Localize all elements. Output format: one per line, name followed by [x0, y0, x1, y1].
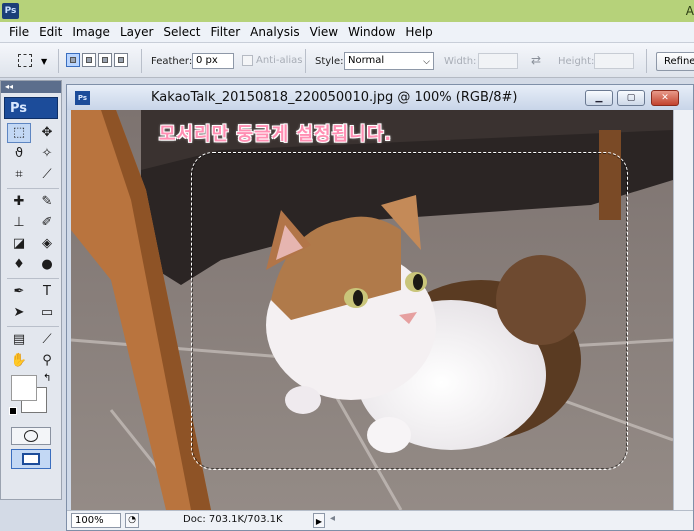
shape-tool-icon[interactable]: ▭ [35, 303, 59, 323]
status-menu-arrow-icon[interactable]: ▶ [313, 513, 325, 528]
menu-analysis[interactable]: Analysis [245, 22, 304, 42]
style-select-value: Normal [348, 55, 385, 66]
menu-select[interactable]: Select [158, 22, 205, 42]
status-info-icon[interactable]: ◔ [125, 513, 139, 528]
menu-bar: File Edit Image Layer Select Filter Anal… [0, 22, 694, 42]
tool-grid: ⬚ ✥ ϑ ✧ ⌗ ⟋ ✚ ✎ ⊥ ✐ ◪ ◈ ♦ ● ✒ T ➤ ▭ ▤ ⟋ … [1, 123, 61, 371]
height-label: Height: [558, 56, 595, 67]
divider [646, 49, 647, 73]
paint-bucket-tool-icon[interactable]: ◈ [35, 234, 59, 254]
antialias-label: Anti-alias [256, 55, 303, 66]
rectangular-marquee-tool-icon[interactable]: ⬚ [7, 123, 31, 143]
menu-help[interactable]: Help [400, 22, 437, 42]
menu-edit[interactable]: Edit [34, 22, 67, 42]
photoshop-logo: Ps [2, 3, 19, 19]
pen-tool-icon[interactable]: ✒ [7, 282, 31, 302]
divider [7, 188, 59, 189]
vertical-scrollbar[interactable] [673, 110, 693, 510]
new-selection-icon [70, 57, 76, 63]
intersect-selection-button[interactable] [114, 53, 128, 67]
add-to-selection-button[interactable] [82, 53, 96, 67]
quick-mask-button[interactable] [11, 427, 51, 445]
move-tool-icon[interactable]: ✥ [35, 123, 59, 143]
height-input[interactable] [594, 53, 634, 69]
menu-image[interactable]: Image [67, 22, 115, 42]
tools-ps-logo: Ps [4, 97, 58, 119]
canvas-caption: 모서리만 둥글게 설정됩니다. [159, 124, 393, 145]
options-bar: ▼ Feather: 0 px Anti-alias Style: Normal… [0, 42, 694, 78]
document-title: KakaoTalk_20150818_220050010.jpg @ 100% … [151, 90, 518, 105]
chevron-down-icon: ⌵ [423, 57, 430, 67]
history-brush-tool-icon[interactable]: ✐ [35, 213, 59, 233]
divider [58, 49, 59, 73]
width-input[interactable] [478, 53, 518, 69]
brush-tool-icon[interactable]: ✎ [35, 192, 59, 212]
dodge-tool-icon[interactable]: ● [35, 255, 59, 275]
divider [305, 49, 306, 73]
image-canvas[interactable]: 모서리만 둥글게 설정됩니다. [71, 110, 673, 510]
divider [141, 49, 142, 73]
document-title-bar[interactable]: Ps KakaoTalk_20150818_220050010.jpg @ 10… [67, 85, 693, 110]
menu-filter[interactable]: Filter [205, 22, 245, 42]
crop-tool-icon[interactable]: ⌗ [7, 165, 31, 185]
color-sampler-tool-icon[interactable]: ⟋ [35, 330, 59, 350]
chevron-down-icon: ▼ [41, 57, 48, 66]
document-size-info: Doc: 703.1K/703.1K [183, 514, 283, 525]
eyedropper-tool-icon[interactable]: ⟋ [35, 165, 59, 185]
selection-mode-group [66, 53, 128, 67]
minimize-button[interactable]: ▁ [585, 90, 613, 106]
color-swatches: ↰ [7, 373, 61, 419]
hand-tool-icon[interactable]: ✋ [7, 351, 31, 371]
swap-colors-icon[interactable]: ↰ [43, 373, 51, 384]
screen-mode-button[interactable] [11, 449, 51, 469]
antialias-checkbox[interactable] [242, 55, 253, 66]
status-bar: 100% ◔ Doc: 703.1K/703.1K ▶ ◂ [67, 510, 693, 530]
tools-panel-collapse[interactable]: ◂◂ [1, 81, 61, 93]
feather-input[interactable]: 0 px [192, 53, 234, 69]
foreground-color-swatch[interactable] [11, 375, 37, 401]
healing-brush-tool-icon[interactable]: ✚ [7, 192, 31, 212]
subtract-from-selection-button[interactable] [98, 53, 112, 67]
divider [7, 278, 59, 279]
type-tool-icon[interactable]: T [35, 282, 59, 302]
zoom-level-field[interactable]: 100% [71, 513, 121, 528]
notes-tool-icon[interactable]: ▤ [7, 330, 31, 350]
divider [7, 326, 59, 327]
menu-layer[interactable]: Layer [115, 22, 158, 42]
refine-edge-button[interactable]: Refine [656, 52, 694, 71]
intersect-selection-icon [118, 57, 124, 63]
rounded-selection-marquee [191, 152, 628, 470]
document-window: Ps KakaoTalk_20150818_220050010.jpg @ 10… [66, 84, 694, 531]
zoom-tool-icon[interactable]: ⚲ [35, 351, 59, 371]
rectangular-marquee-icon [18, 54, 32, 67]
eraser-tool-icon[interactable]: ◪ [7, 234, 31, 254]
width-label: Width: [444, 56, 477, 67]
menu-file[interactable]: File [4, 22, 34, 42]
document-ps-icon: Ps [75, 91, 90, 105]
menu-view[interactable]: View [305, 22, 343, 42]
close-button[interactable]: ✕ [651, 90, 679, 106]
magic-wand-tool-icon[interactable]: ✧ [35, 144, 59, 164]
screen-mode-icon [22, 453, 40, 465]
tools-panel: ◂◂ Ps ⬚ ✥ ϑ ✧ ⌗ ⟋ ✚ ✎ ⊥ ✐ ◪ ◈ ♦ ● ✒ T ➤ … [0, 80, 62, 500]
subtract-selection-icon [102, 57, 108, 63]
lasso-tool-icon[interactable]: ϑ [7, 144, 31, 164]
add-selection-icon [86, 57, 92, 63]
style-select[interactable]: Normal ⌵ [344, 52, 434, 70]
tool-preset-picker[interactable]: ▼ [12, 51, 50, 71]
quick-mask-icon [24, 430, 38, 442]
swap-width-height-icon[interactable]: ⇄ [531, 53, 541, 67]
app-title-bar: Ps A [0, 0, 694, 22]
feather-label: Feather: [151, 56, 193, 67]
new-selection-button[interactable] [66, 53, 80, 67]
scroll-left-arrow-icon[interactable]: ◂ [330, 513, 335, 524]
blur-tool-icon[interactable]: ♦ [7, 255, 31, 275]
default-colors-icon[interactable] [9, 407, 17, 415]
clone-stamp-tool-icon[interactable]: ⊥ [7, 213, 31, 233]
app-title-fragment: A [685, 4, 694, 18]
path-selection-tool-icon[interactable]: ➤ [7, 303, 31, 323]
maximize-button[interactable]: ▢ [617, 90, 645, 106]
style-label: Style: [315, 56, 344, 67]
menu-window[interactable]: Window [343, 22, 400, 42]
